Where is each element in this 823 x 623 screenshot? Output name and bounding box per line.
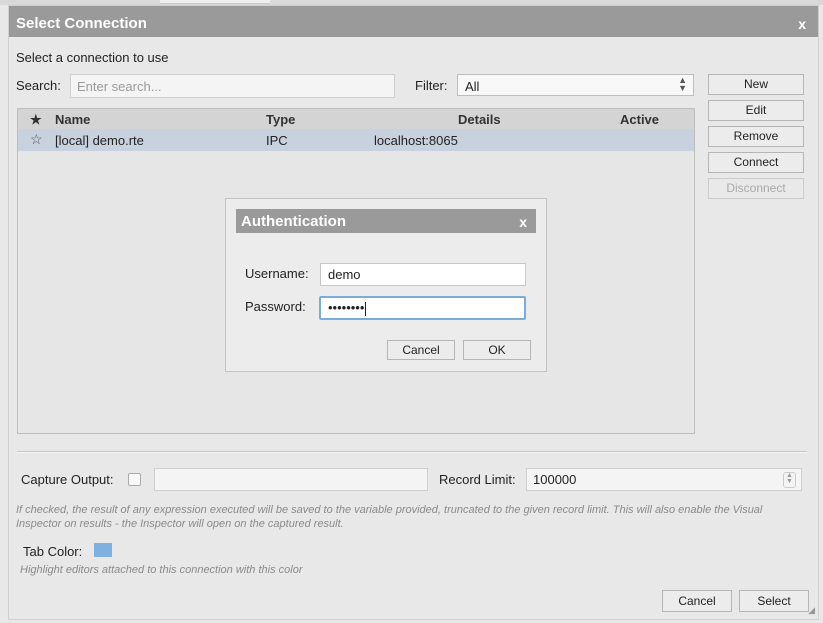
- auth-cancel-button[interactable]: Cancel: [387, 340, 455, 360]
- capture-output-input[interactable]: [154, 468, 428, 491]
- divider: [17, 451, 807, 453]
- row-details: localhost:8065: [374, 133, 458, 148]
- username-label: Username:: [245, 266, 309, 281]
- header-details[interactable]: Details: [458, 112, 501, 127]
- filter-select[interactable]: All ▲ ▼: [457, 74, 694, 96]
- username-value: demo: [328, 267, 361, 282]
- select-button[interactable]: Select: [739, 590, 809, 612]
- dialog-titlebar: Select Connection x: [9, 6, 818, 37]
- resize-grip-icon[interactable]: ◢: [808, 605, 815, 616]
- header-active[interactable]: Active: [620, 112, 659, 127]
- capture-output-label: Capture Output:: [21, 472, 114, 487]
- search-input[interactable]: [70, 74, 395, 98]
- row-type: IPC: [266, 133, 288, 148]
- capture-output-checkbox[interactable]: [128, 473, 141, 486]
- remove-button[interactable]: Remove: [708, 126, 804, 147]
- close-icon[interactable]: x: [798, 16, 806, 32]
- row-name: [local] demo.rte: [55, 133, 144, 148]
- tab-color-hint: Highlight editors attached to this conne…: [20, 564, 303, 576]
- connect-button[interactable]: Connect: [708, 152, 804, 173]
- new-button[interactable]: New: [708, 74, 804, 95]
- username-field[interactable]: demo: [320, 263, 526, 286]
- select-arrows-icon: ▲ ▼: [678, 75, 687, 93]
- tab-color-label: Tab Color:: [23, 544, 83, 559]
- authentication-dialog: Authentication x Username: demo Password…: [225, 198, 547, 372]
- password-value: ••••••••: [328, 300, 365, 315]
- text-cursor: [365, 301, 367, 316]
- auth-close-icon[interactable]: x: [519, 214, 527, 230]
- record-limit-label: Record Limit:: [439, 472, 516, 487]
- auth-title: Authentication: [241, 213, 346, 230]
- password-label: Password:: [245, 299, 306, 314]
- search-label: Search:: [16, 78, 61, 93]
- password-field[interactable]: ••••••••: [319, 296, 526, 320]
- capture-hint: If checked, the result of any expression…: [16, 504, 763, 530]
- header-name[interactable]: Name: [55, 112, 90, 127]
- record-limit-value: 100000: [533, 472, 577, 487]
- filter-label: Filter:: [415, 78, 448, 93]
- auth-ok-button[interactable]: OK: [463, 340, 531, 360]
- spinner-arrows-icon[interactable]: ▲ ▼: [783, 472, 796, 488]
- cancel-button[interactable]: Cancel: [662, 590, 732, 612]
- tab-strip-segment: [160, 0, 270, 4]
- filter-value: All: [465, 79, 480, 94]
- tab-color-swatch[interactable]: [94, 543, 112, 557]
- header-star[interactable]: ★: [30, 112, 42, 128]
- dialog-subtitle: Select a connection to use: [16, 50, 169, 65]
- dialog-title: Select Connection: [16, 15, 147, 32]
- disconnect-button[interactable]: Disconnect: [708, 178, 804, 199]
- favorite-star-icon[interactable]: ☆: [30, 131, 43, 148]
- record-limit-input[interactable]: 100000 ▲ ▼: [526, 468, 802, 491]
- auth-titlebar: Authentication x: [236, 209, 536, 233]
- edit-button[interactable]: Edit: [708, 100, 804, 121]
- header-type[interactable]: Type: [266, 112, 295, 127]
- table-row[interactable]: ☆ [local] demo.rte IPC localhost:8065: [18, 129, 694, 151]
- table-header: ★ Name Type Details Active: [18, 109, 694, 130]
